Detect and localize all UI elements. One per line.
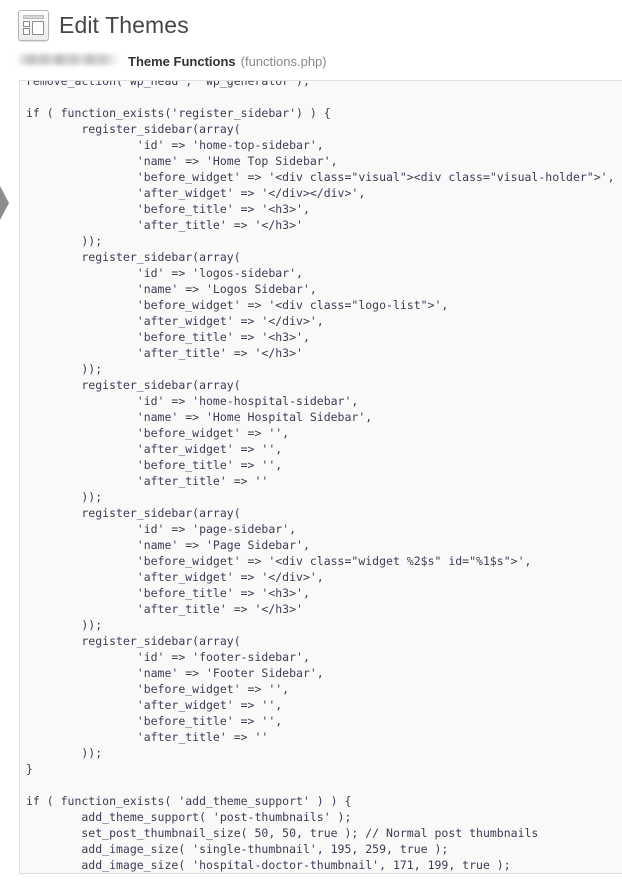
file-name: (functions.php) (240, 54, 327, 69)
page-header: Edit Themes (0, 0, 622, 41)
file-title: Theme Functions (128, 54, 236, 69)
code-content[interactable]: remove_action('wp_head', 'wp_generator')… (20, 81, 622, 873)
theme-editor: remove_action('wp_head', 'wp_generator')… (19, 80, 622, 874)
file-info-bar: Theme Functions (functions.php) (0, 40, 622, 69)
page-title: Edit Themes (59, 11, 189, 38)
chevron-right-icon[interactable] (0, 186, 9, 220)
appearance-theme-icon (18, 9, 49, 41)
code-editor-textarea[interactable]: remove_action('wp_head', 'wp_generator')… (19, 80, 622, 874)
icon-top-bar (23, 14, 44, 19)
theme-name-redacted (18, 54, 118, 65)
icon-block-left-bottom (23, 27, 30, 35)
icon-block-right (32, 20, 44, 35)
icon-block-left-top (23, 20, 30, 27)
